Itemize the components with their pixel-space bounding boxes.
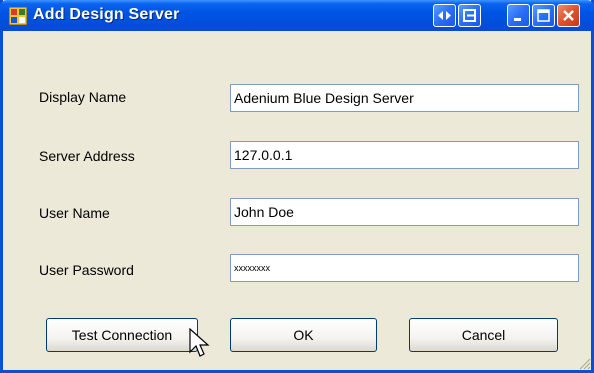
server-address-label: Server Address [39,148,135,164]
test-connection-button[interactable]: Test Connection [46,318,198,352]
app-icon [9,7,27,25]
minimize-button[interactable] [507,4,530,27]
cancel-button[interactable]: Cancel [409,318,558,352]
export-button[interactable] [458,4,481,27]
window-title: Add Design Server [33,6,180,23]
user-password-field[interactable] [230,254,579,282]
title-bar[interactable]: Add Design Server [0,0,594,31]
double-arrow-button[interactable] [433,4,456,27]
server-address-field[interactable] [230,141,579,169]
close-icon [563,10,574,21]
user-name-field[interactable] [230,198,579,226]
maximize-icon [537,9,550,22]
display-name-label: Display Name [39,89,127,105]
export-icon [463,9,476,22]
display-name-field[interactable] [230,84,579,112]
user-password-label: User Password [39,262,134,278]
dialog-window: Add Design Server Display Name Server Ad… [0,0,594,373]
ok-button[interactable]: OK [230,318,377,352]
minimize-icon [514,18,521,21]
user-name-label: User Name [39,205,110,221]
close-button[interactable] [557,4,580,27]
double-arrow-icon [438,11,451,20]
resize-grip-icon[interactable] [577,356,591,370]
mouse-pointer-icon [189,328,210,357]
maximize-button[interactable] [532,4,555,27]
